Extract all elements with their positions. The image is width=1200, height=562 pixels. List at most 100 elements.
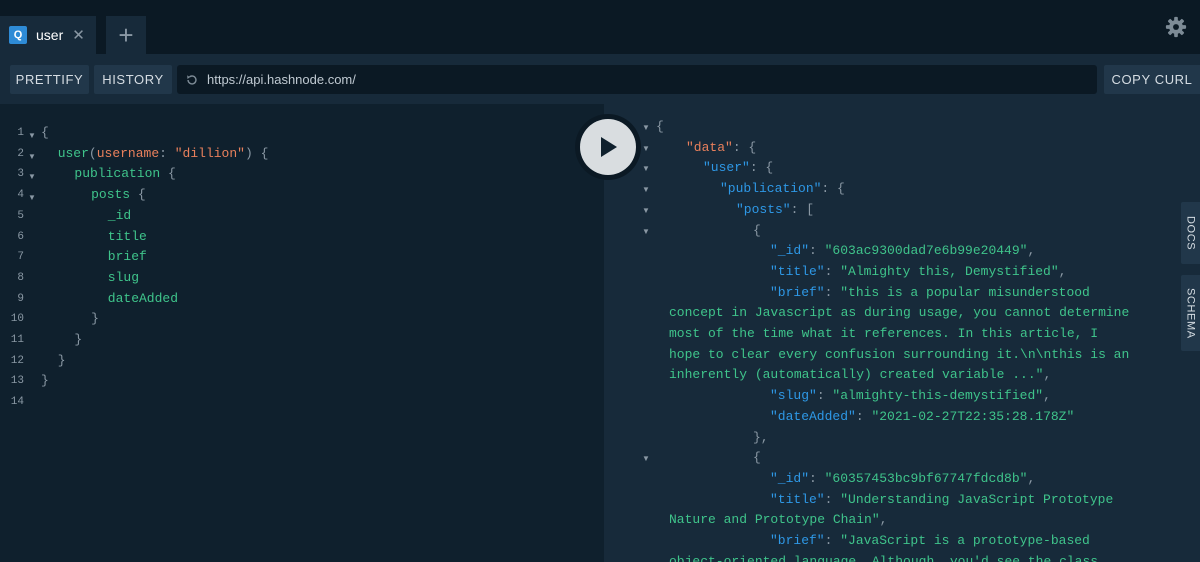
line-number: 10 [10,313,24,326]
query-line: publication { [74,166,175,181]
code-token: : { [749,160,774,176]
schema-tab[interactable]: SCHEMA [1181,275,1200,351]
add-tab-button[interactable]: + [106,16,146,54]
result-line: { [656,119,664,134]
query-line: { [41,125,49,140]
fold-arrow-icon[interactable]: ▼ [642,185,650,194]
code-token: : [809,243,825,259]
line-number: 12 [10,354,24,367]
fold-arrow-icon[interactable]: ▼ [28,131,36,140]
code-token: } [91,311,99,327]
fold-arrow-icon[interactable]: ▼ [642,164,650,173]
result-line: "user": { [703,160,773,175]
code-token: { [160,166,176,182]
toolbar: PRETTIFY HISTORY https://api.hashnode.co… [0,54,1200,104]
code-token: dateAdded [107,290,179,306]
code-token: hope to clear every confusion surroundin… [669,346,1130,362]
query-line: brief [108,249,147,264]
line-number: 5 [17,209,24,222]
code-token: posts [91,187,131,203]
close-icon[interactable]: ✕ [72,28,85,43]
query-line: } [41,373,49,388]
code-token: } [57,352,66,368]
play-button-face[interactable] [580,119,636,175]
code-token: } [74,332,83,347]
history-button[interactable]: HISTORY [94,65,172,94]
code-token: , [1043,367,1052,383]
code-token: "Understanding JavaScript Prototype [840,491,1114,507]
code-token: "almighty-this-demystified" [832,388,1044,404]
endpoint-url-input[interactable]: https://api.hashnode.com/ [177,65,1097,94]
fold-arrow-icon[interactable]: ▼ [642,227,650,236]
query-line: posts { [91,187,146,202]
code-token: username [96,145,160,161]
code-token: "posts" [736,201,791,217]
line-number: 6 [17,230,24,243]
code-token: ( [88,145,97,161]
code-token: "slug" [770,388,817,404]
code-token: { [130,187,146,203]
query-line: } [91,311,99,326]
code-token: : { [732,139,757,155]
result-line: most of the time what it references. In … [669,326,1098,341]
result-line: hope to clear every confusion surroundin… [669,347,1129,362]
code-token: title [107,228,147,244]
result-line: "brief": "this is a popular misunderstoo… [770,285,1090,300]
code-token: _id [107,207,132,223]
endpoint-url: https://api.hashnode.com/ [207,72,356,87]
query-line: _id [108,208,131,223]
code-token: { [41,125,49,140]
result-line: "_id": "60357453bc9bf67747fdcd8b", [770,471,1035,486]
fold-arrow-icon[interactable]: ▼ [642,123,650,132]
query-line: slug [108,270,139,285]
code-token: slug [107,269,140,285]
line-number: 4 [17,189,24,202]
result-line: "slug": "almighty-this-demystified", [770,388,1051,403]
code-token: "dillion" [174,145,245,161]
docs-tab[interactable]: DOCS [1181,202,1200,264]
code-token: concept in Javascript as during usage, y… [669,305,1130,321]
code-token: "JavaScript is a prototype-based [840,533,1090,548]
code-token: "user" [703,160,750,176]
fold-arrow-icon[interactable]: ▼ [642,206,650,215]
query-editor[interactable]: 1 2 3 4 5 6 7 8 9 10 11 12 13 14 ▼ ▼ ▼ ▼ {user(username: … [0,104,604,562]
result-viewer[interactable]: ▼ ▼ ▼ ▼ ▼ ▼ ▼{"data": {"user": {"publication":… [604,104,1200,562]
code-token: { [753,222,761,238]
result-line: "data": { [686,140,756,155]
line-number: 14 [10,396,24,409]
code-token: "title" [770,263,825,279]
tab-bar: Q user ✕ + [0,0,1200,54]
execute-query-button[interactable] [575,114,641,180]
copy-curl-button[interactable]: COPY CURL [1104,65,1200,94]
fold-arrow-icon[interactable]: ▼ [28,152,36,161]
result-line: "brief": "JavaScript is a prototype-base… [770,533,1090,548]
code-token: "60357453bc9bf67747fdcd8b" [824,470,1028,486]
code-token: publication [74,166,161,182]
code-token: ) { [244,145,269,161]
code-token: : [159,145,175,161]
code-token: "this is a popular misunderstood [840,284,1090,300]
code-token: "brief" [770,284,825,300]
line-number: 3 [17,168,24,181]
code-token: , [1027,470,1036,486]
fold-arrow-icon[interactable]: ▼ [28,172,36,181]
query-line: } [74,332,82,347]
fold-arrow-icon[interactable]: ▼ [642,144,650,153]
gear-icon[interactable] [1165,16,1187,38]
result-line: "title": "Understanding JavaScript Proto… [770,492,1113,507]
line-number: 8 [17,271,24,284]
code-token: "_id" [770,243,810,259]
result-line: "_id": "603ac9300dad7e6b99e20449", [770,243,1035,258]
tab-user[interactable]: Q user ✕ [0,16,96,54]
code-token: : [855,408,872,424]
line-number: 13 [10,375,24,388]
code-token: : { [821,181,845,197]
prettify-button[interactable]: PRETTIFY [10,65,89,94]
reload-icon[interactable] [185,73,199,87]
result-line: "dateAdded": "2021-02-27T22:35:28.178Z" [770,409,1074,424]
code-token: "publication" [720,181,822,197]
fold-arrow-icon[interactable]: ▼ [28,193,36,202]
query-line: user(username: "dillion") { [58,146,269,161]
code-token: : [809,470,825,486]
fold-arrow-icon[interactable]: ▼ [642,454,650,463]
